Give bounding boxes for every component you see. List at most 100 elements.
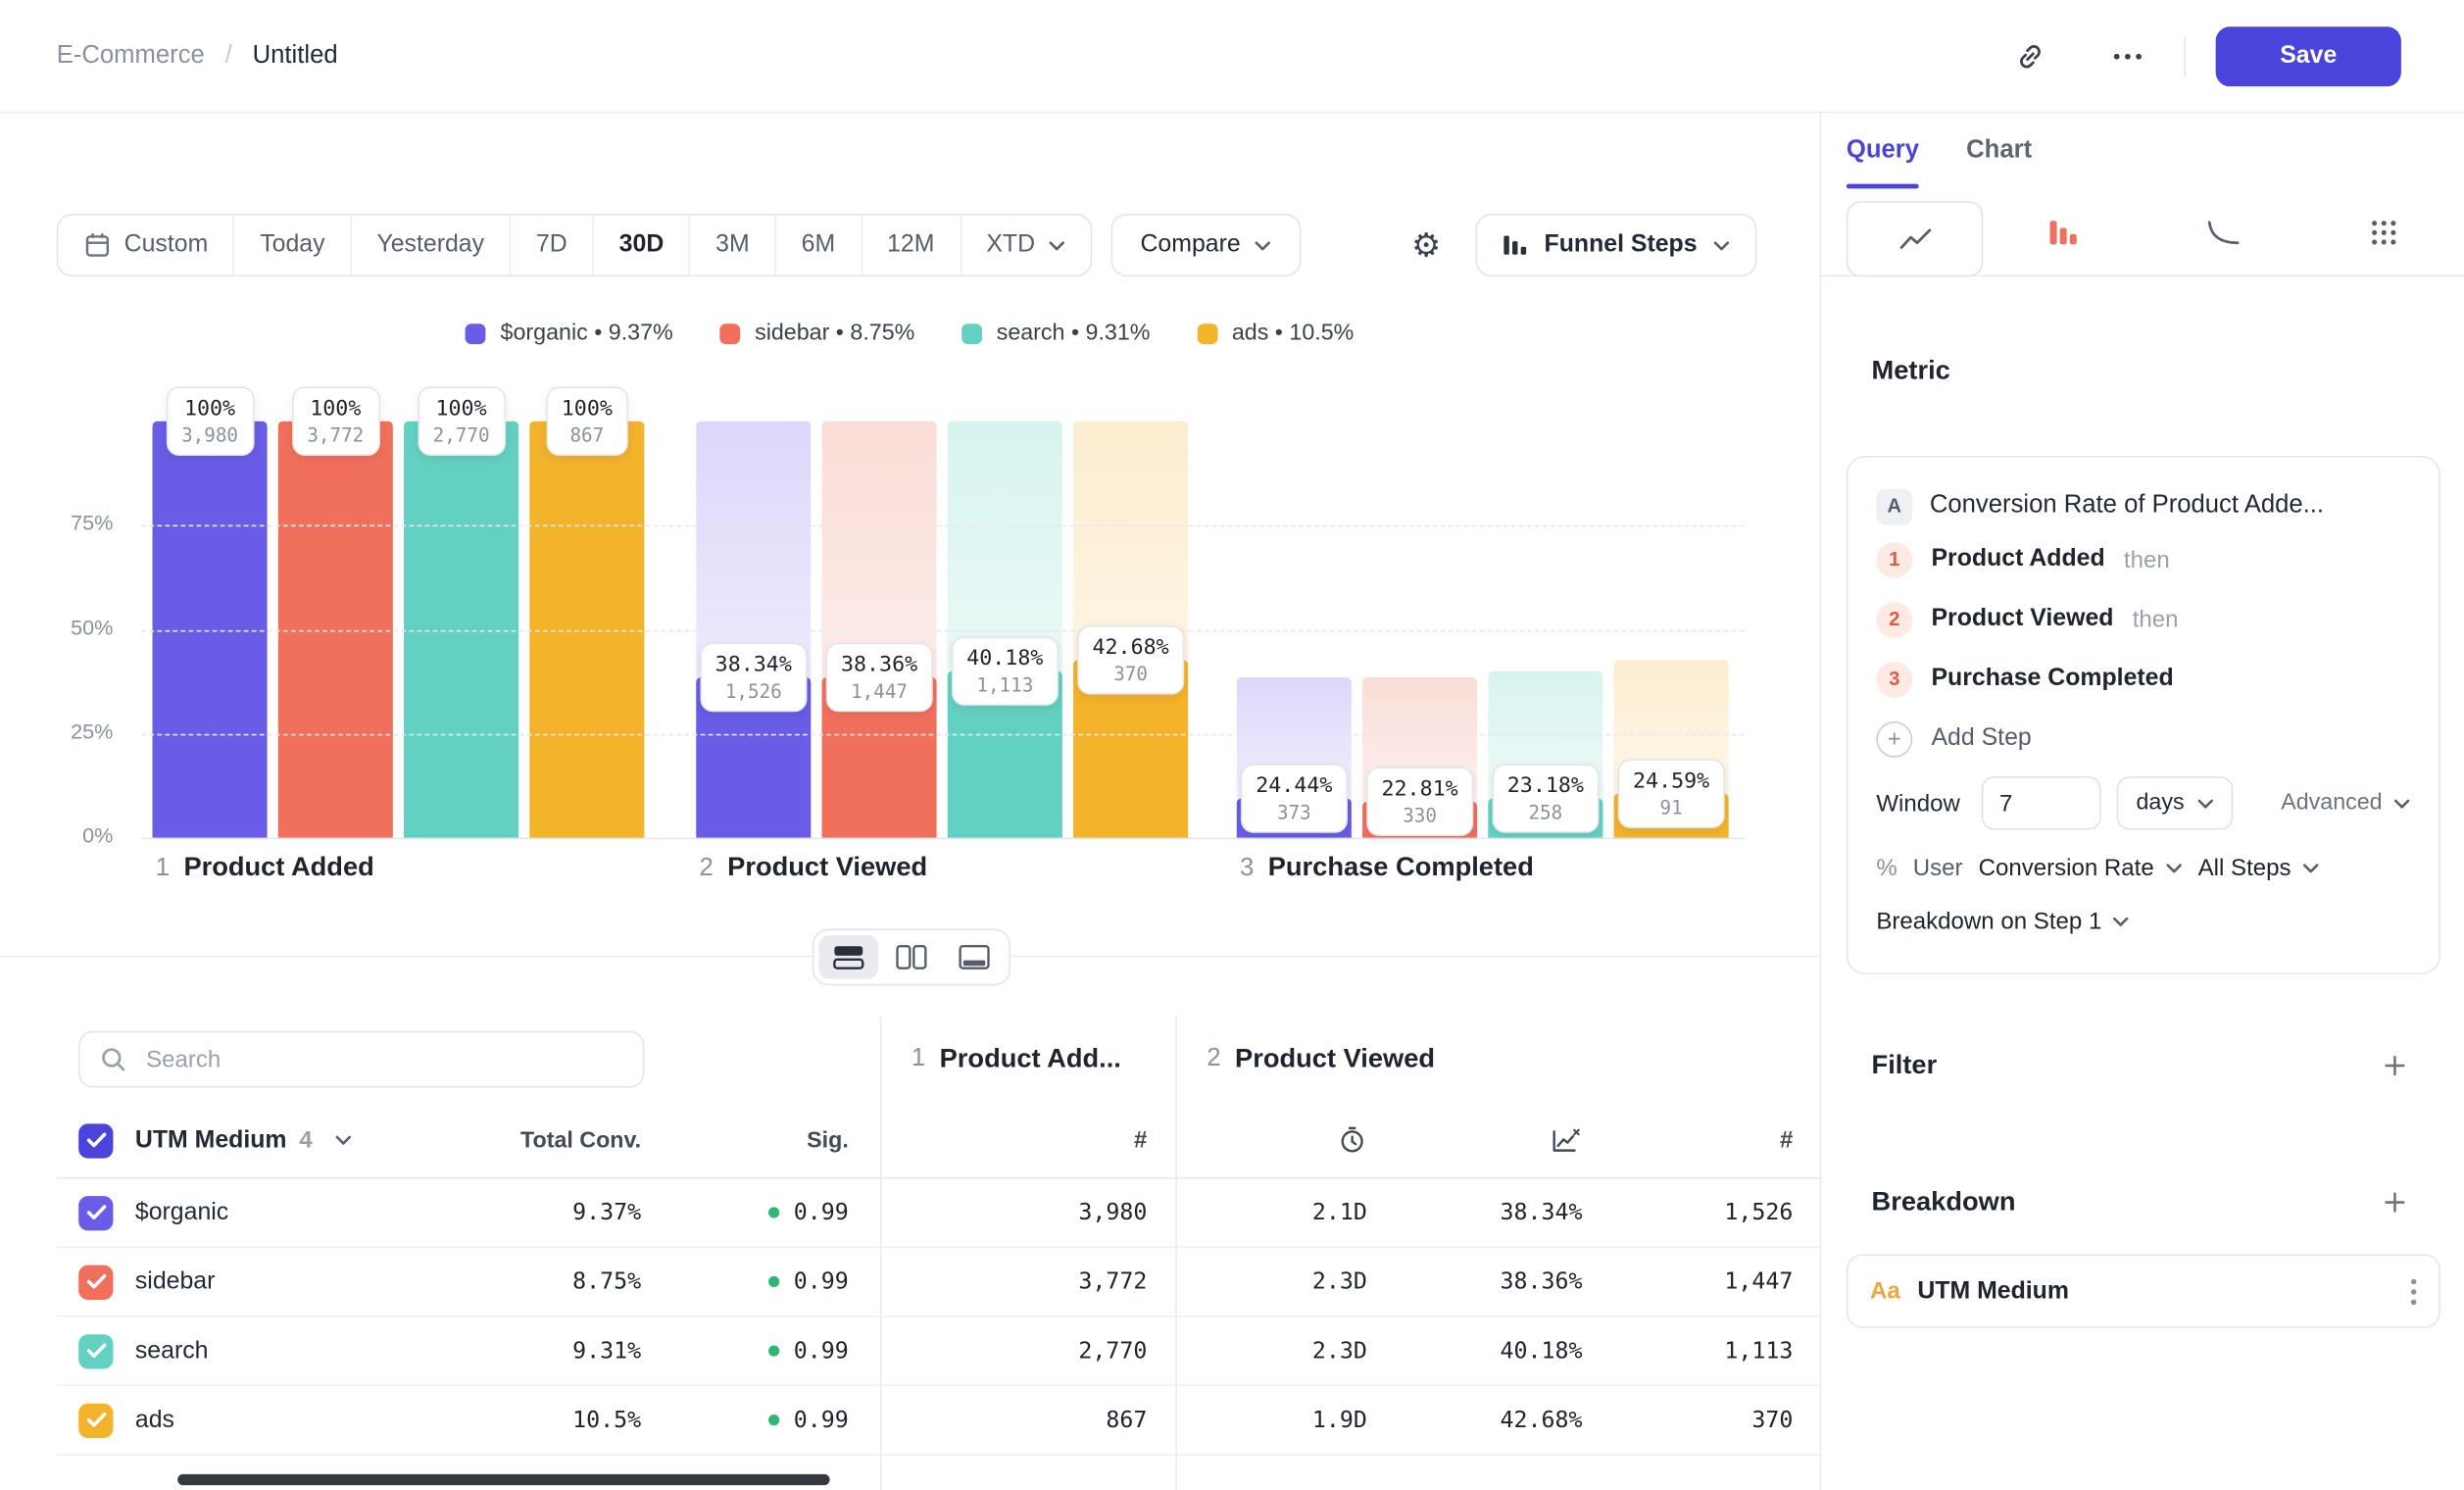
row-checkbox[interactable]	[78, 1195, 113, 1229]
legend-item[interactable]: search • 9.31%	[961, 321, 1150, 346]
chevron-down-icon[interactable]	[334, 1135, 352, 1146]
breadcrumb-page[interactable]: Untitled	[253, 41, 338, 70]
bar-value-label: 23.18%258	[1492, 765, 1600, 834]
toggle-columns-view-button[interactable]	[881, 935, 941, 979]
total-conv-value: 8.75%	[434, 1269, 669, 1295]
kebab-menu-icon[interactable]	[2410, 1277, 2416, 1306]
tab-chart[interactable]: Chart	[1966, 113, 2032, 188]
range-30d[interactable]: 30D	[592, 216, 689, 275]
metric-step[interactable]: 1Product Addedthen	[1876, 529, 2410, 589]
chevron-down-icon	[2393, 798, 2411, 809]
chart-type-tabs	[1821, 188, 2464, 276]
range-6m[interactable]: 6M	[774, 216, 860, 275]
link-icon	[2014, 40, 2045, 72]
legend-item[interactable]: ads • 10.5%	[1198, 321, 1355, 346]
table-header-row: UTM Medium 4 Total Conv. Sig. # #	[57, 1104, 1822, 1179]
range-label: 7D	[536, 231, 567, 260]
table-row[interactable]: search9.31%0.992,7702.3D40.18%1,113	[57, 1317, 1822, 1387]
chart-type-button[interactable]: Funnel Steps	[1475, 214, 1757, 276]
tab-trend-chart[interactable]	[1847, 201, 1983, 276]
column-total-conv[interactable]: Total Conv.	[434, 1127, 669, 1153]
group-header-step2: 2 Product Viewed	[1175, 1044, 1821, 1075]
more-menu-button[interactable]	[2101, 29, 2155, 83]
retention-curve-icon	[2206, 218, 2241, 246]
tab-query[interactable]: Query	[1847, 113, 1919, 188]
share-link-button[interactable]	[2003, 29, 2057, 83]
window-value-input[interactable]	[1982, 776, 2101, 830]
step2-count-value: 1,447	[1610, 1269, 1821, 1295]
step-name: Product Added	[1931, 545, 2104, 573]
column-breakdown-label[interactable]: UTM Medium	[135, 1126, 287, 1155]
toggle-split-view-button[interactable]	[818, 935, 878, 979]
metric-title[interactable]: Conversion Rate of Product Adde...	[1930, 492, 2324, 521]
range-label: XTD	[986, 231, 1035, 260]
bar-value-label: 24.59%91	[1617, 760, 1725, 829]
range-7d[interactable]: 7D	[510, 216, 593, 275]
topbar: E-Commerce / Untitled Save	[0, 0, 2464, 113]
table-search[interactable]	[78, 1031, 644, 1088]
table-row[interactable]: sidebar8.75%0.993,7722.3D38.36%1,447	[57, 1248, 1822, 1317]
table-row[interactable]: $organic9.37%0.993,9802.1D38.34%1,526	[57, 1178, 1822, 1248]
legend-label: sidebar • 8.75%	[755, 321, 914, 346]
step1-count-value: 3,980	[880, 1200, 1175, 1225]
add-step-button[interactable]: + Add Step	[1876, 709, 2410, 769]
step-axis-label: 2Product Viewed	[699, 852, 927, 883]
row-checkbox[interactable]	[78, 1333, 113, 1367]
step-connector: then	[2124, 546, 2170, 572]
range-yesterday[interactable]: Yesterday	[350, 216, 510, 275]
group-step-number: 2	[1207, 1045, 1220, 1073]
range-xtd[interactable]: XTD	[960, 216, 1090, 275]
range-today[interactable]: Today	[233, 216, 350, 275]
measure-entity[interactable]: User	[1913, 854, 1963, 880]
column-step1-count[interactable]: #	[880, 1127, 1175, 1154]
metric-step[interactable]: 3Purchase Completed	[1876, 649, 2410, 709]
search-input[interactable]	[143, 1044, 624, 1073]
column-sig[interactable]: Sig.	[669, 1127, 880, 1153]
advanced-toggle[interactable]: Advanced	[2281, 790, 2410, 816]
save-button[interactable]: Save	[2216, 25, 2401, 85]
horizontal-scrollbar-thumb[interactable]	[177, 1474, 829, 1485]
add-filter-button[interactable]	[2373, 1044, 2417, 1088]
tab-more-charts[interactable]	[2303, 188, 2464, 274]
legend-item[interactable]: sidebar • 8.75%	[720, 321, 915, 346]
gridline	[141, 525, 1744, 527]
toggle-bottom-panel-button[interactable]	[945, 935, 1005, 979]
query-panel: Query Chart Metric A Conversion Rate of …	[1820, 113, 2464, 1490]
funnel-bar[interactable]: 42.68%370	[1073, 422, 1188, 838]
filter-heading: Filter	[1872, 1050, 1938, 1081]
tab-funnel-chart[interactable]	[1983, 188, 2144, 274]
row-checkbox[interactable]	[78, 1265, 113, 1299]
chart-type-label: Funnel Steps	[1545, 231, 1698, 260]
range-custom[interactable]: Custom	[58, 216, 233, 275]
ellipsis-icon	[2112, 51, 2144, 61]
table-group-header-row: 1 Product Add... 2 Product Viewed	[57, 1016, 1822, 1104]
range-12m[interactable]: 12M	[861, 216, 960, 275]
table-row[interactable]: ads10.5%0.998671.9D42.68%370	[57, 1386, 1822, 1456]
step2-time-value: 2.3D	[1175, 1338, 1395, 1364]
measure-scope-select[interactable]: All Steps	[2198, 854, 2320, 880]
add-breakdown-button[interactable]	[2373, 1180, 2417, 1224]
breakdown-property-card[interactable]: Aa UTM Medium	[1847, 1254, 2440, 1327]
breadcrumb-project[interactable]: E-Commerce	[57, 41, 205, 70]
compare-button[interactable]: Compare	[1110, 214, 1302, 276]
legend-label: $organic • 9.37%	[501, 321, 673, 346]
range-3m[interactable]: 3M	[689, 216, 774, 275]
column-step2-count[interactable]: #	[1610, 1127, 1821, 1154]
column-step2-time[interactable]	[1175, 1125, 1395, 1155]
window-unit-select[interactable]: days	[2117, 776, 2233, 830]
legend-item[interactable]: $organic • 9.37%	[466, 321, 672, 346]
column-step2-conv[interactable]	[1396, 1126, 1611, 1155]
step2-conv-value: 38.34%	[1396, 1200, 1611, 1225]
metric-step[interactable]: 2Product Viewedthen	[1876, 589, 2410, 649]
total-conv-value: 9.37%	[434, 1200, 669, 1225]
bar-value-label: 22.81%330	[1365, 767, 1473, 836]
tab-retention-chart[interactable]	[2144, 188, 2304, 274]
measure-select[interactable]: Conversion Rate	[1979, 854, 2183, 880]
sig-value: 0.99	[669, 1269, 880, 1295]
row-checkbox[interactable]	[78, 1403, 113, 1437]
breakdown-on-select[interactable]: Breakdown on Step 1	[1876, 897, 2410, 944]
settings-gear-button[interactable]: ⚙	[1400, 219, 1454, 273]
select-all-checkbox[interactable]	[78, 1123, 113, 1158]
plus-icon	[2383, 1053, 2408, 1078]
chevron-down-icon	[2113, 916, 2131, 926]
